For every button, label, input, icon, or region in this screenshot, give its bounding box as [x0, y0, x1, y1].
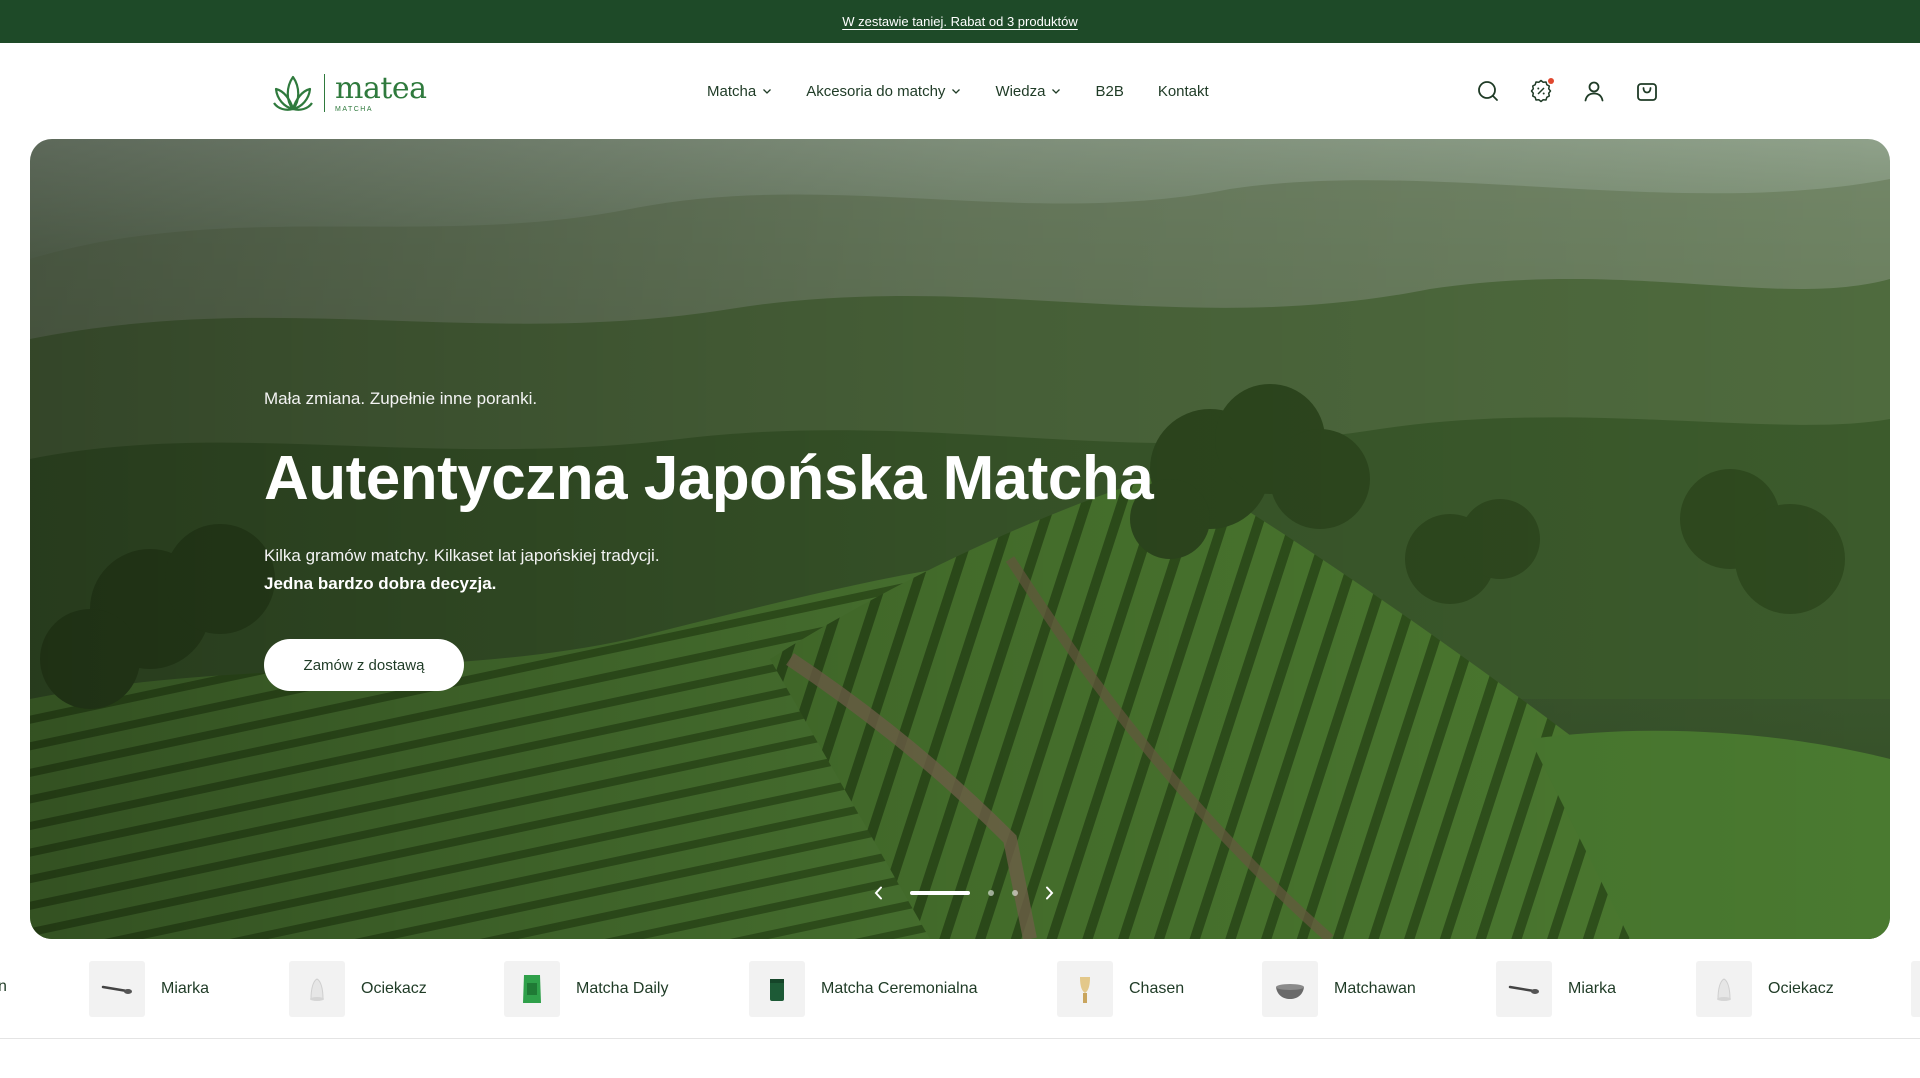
- thumb: [1696, 961, 1752, 1017]
- whisk-holder-icon: [310, 978, 324, 1001]
- nav-item-matcha[interactable]: Matcha: [707, 83, 772, 100]
- announcement-bar: W zestawie taniej. Rabat od 3 produktów: [0, 0, 1920, 43]
- chevron-down-icon: [1052, 89, 1061, 94]
- nav-label: B2B: [1095, 82, 1124, 100]
- marquee-label: Matchawan: [1334, 980, 1416, 997]
- slider-controls: [868, 882, 1060, 904]
- slider-prev-button[interactable]: [868, 882, 890, 904]
- bowl-icon: [1276, 984, 1304, 999]
- nav-label: Matcha: [707, 82, 757, 100]
- marquee-label: Miarka: [1568, 980, 1617, 997]
- header-actions: [1476, 43, 1659, 139]
- marquee-partial-label: n: [0, 978, 7, 996]
- matcha-tin-icon: [770, 979, 784, 1001]
- slider-next-button[interactable]: [1038, 882, 1060, 904]
- marquee-track: n Miarka Ociekacz Matcha Daily Matcha Ce…: [0, 939, 1920, 1038]
- thumb: [289, 961, 345, 1017]
- marquee-item-ociekacz[interactable]: Ociekacz: [1696, 961, 1834, 1017]
- product-marquee: n Miarka Ociekacz Matcha Daily Matcha Ce…: [0, 939, 1920, 1039]
- hero-title: Autentyczna Japońska Matcha: [264, 444, 1154, 513]
- marquee-item-chasen[interactable]: Chasen: [1057, 961, 1184, 1017]
- scoop-icon: [1508, 985, 1539, 994]
- cart-icon: [1637, 83, 1657, 101]
- account-icon: [1584, 81, 1604, 102]
- marquee-label: Matcha Daily: [576, 980, 669, 997]
- slider-dot-active[interactable]: [910, 891, 970, 895]
- discount-button[interactable]: [1529, 78, 1554, 103]
- scoop-icon: [101, 985, 132, 994]
- thumb: [1057, 961, 1113, 1017]
- nav-item-kontakt[interactable]: Kontakt: [1158, 83, 1209, 100]
- thumb: [1262, 961, 1318, 1017]
- marquee-item-miarka[interactable]: Miarka: [1496, 961, 1616, 1017]
- logo[interactable]: matea MATCHA: [272, 70, 427, 116]
- site-header: matea MATCHA Matcha Akcesoria do matchy …: [0, 43, 1920, 139]
- logo-subtitle: MATCHA: [335, 105, 374, 113]
- logo-wordmark: matea: [335, 70, 427, 106]
- nav-item-wiedza[interactable]: Wiedza: [995, 83, 1061, 100]
- slider-dots: [910, 890, 1018, 896]
- slider-dot[interactable]: [988, 890, 994, 896]
- marquee-label: Ociekacz: [361, 980, 427, 997]
- main-nav: Matcha Akcesoria do matchy Wiedza B2B Ko…: [707, 43, 1209, 139]
- marquee-label: Matcha Ceremonialna: [821, 980, 978, 997]
- nav-label: Wiedza: [995, 82, 1046, 100]
- marquee-label: Ociekacz: [1768, 980, 1834, 997]
- whisk-holder-icon: [1717, 978, 1731, 1001]
- whisk-icon: [1080, 977, 1090, 1003]
- marquee-label: Chasen: [1129, 980, 1185, 997]
- marquee-label: Miarka: [161, 980, 210, 997]
- marquee-item-matcha-daily[interactable]: Matcha Daily: [504, 961, 668, 1017]
- nav-item-b2b[interactable]: B2B: [1095, 83, 1123, 100]
- hero-text: Mała zmiana. Zupełnie inne poranki. Aute…: [264, 389, 1154, 598]
- chevron-down-icon: [952, 89, 961, 94]
- nav-label: Kontakt: [1157, 82, 1209, 100]
- marquee-item-matcha-ceremonialna[interactable]: Matcha Ceremonialna: [749, 961, 978, 1017]
- cart-button[interactable]: [1635, 79, 1659, 103]
- logo-leaf-icon: [273, 75, 313, 111]
- hero-desc-line1: Kilka gramów matchy. Kilkaset lat japońs…: [264, 546, 660, 565]
- matcha-pouch-icon: [523, 975, 541, 1003]
- hero-banner: Mała zmiana. Zupełnie inne poranki. Aute…: [30, 139, 1890, 939]
- search-button[interactable]: [1476, 79, 1500, 103]
- thumb-partial: [1911, 961, 1920, 1017]
- thumb: [89, 961, 145, 1017]
- hero-description: Kilka gramów matchy. Kilkaset lat japońs…: [264, 542, 1153, 598]
- slider-dot[interactable]: [1012, 890, 1018, 896]
- chevron-down-icon: [763, 89, 772, 94]
- marquee-item-ociekacz[interactable]: Ociekacz: [289, 961, 427, 1017]
- thumb: [1496, 961, 1552, 1017]
- announcement-link[interactable]: W zestawie taniej. Rabat od 3 produktów: [842, 14, 1078, 29]
- search-icon: [1478, 81, 1498, 101]
- hero-pretitle: Mała zmiana. Zupełnie inne poranki.: [264, 389, 538, 408]
- chevron-right-icon: [1046, 886, 1054, 900]
- chevron-left-icon: [874, 886, 882, 900]
- thumb: [749, 961, 805, 1017]
- marquee-item-matchawan[interactable]: Matchawan: [1262, 961, 1416, 1017]
- logo-divider: [324, 74, 325, 112]
- nav-label: Akcesoria do matchy: [806, 82, 946, 100]
- order-cta-button[interactable]: Zamów z dostawą: [264, 639, 464, 691]
- nav-item-akcesoria[interactable]: Akcesoria do matchy: [806, 83, 961, 100]
- marquee-item-miarka[interactable]: Miarka: [89, 961, 209, 1017]
- hero-desc-line2: Jedna bardzo dobra decyzja.: [264, 574, 497, 593]
- notification-dot: [1548, 78, 1554, 84]
- thumb: [504, 961, 560, 1017]
- account-button[interactable]: [1582, 79, 1606, 103]
